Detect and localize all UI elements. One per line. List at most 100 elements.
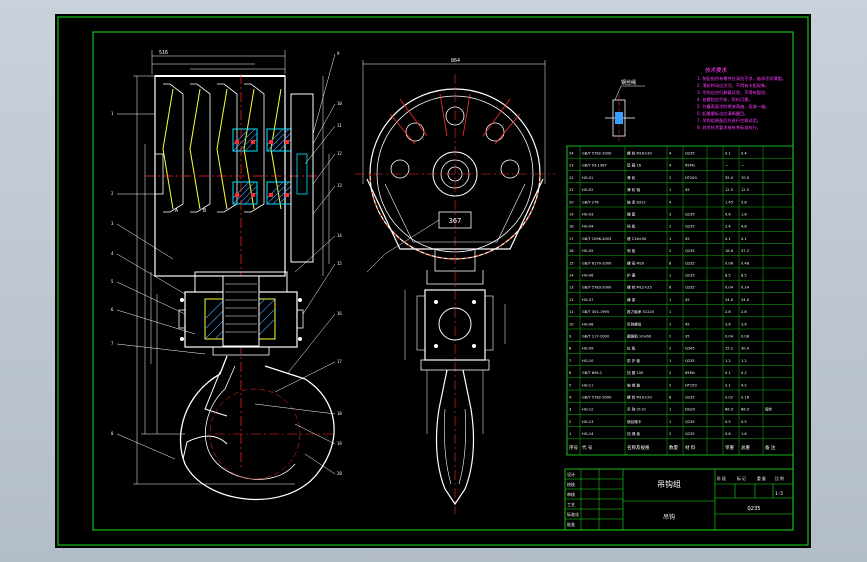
bom-cell: HG-05 bbox=[582, 249, 593, 253]
bom-cell: 65Mn bbox=[685, 371, 695, 375]
bom-header: 序号代 号 名称及规格 数量材 料 单重 总重 备 注 bbox=[569, 444, 776, 451]
bom-cell: 0.5 bbox=[725, 420, 731, 424]
scale-value: 1:5 bbox=[775, 491, 783, 497]
bom-cell: GB/T 5783-2000 bbox=[582, 286, 612, 290]
bom-cell: 轴 承 6312 bbox=[627, 199, 646, 204]
bom-row: 2 HG-13 钢丝绳卡 1 Q235 0.5 0.5 bbox=[569, 419, 747, 424]
bom-cell: GB/T 6170-2000 bbox=[582, 261, 612, 265]
material-code: Q235 bbox=[747, 506, 760, 512]
bom-cell: 拉 板 bbox=[627, 346, 636, 351]
bom-row: 5 HG-11 轴 端 盖 2 HT150 2.1 4.2 bbox=[569, 382, 747, 387]
bom-cell: 4 bbox=[569, 396, 572, 400]
bom-cell: 18.6 bbox=[725, 249, 734, 253]
bom-cell: 螺 栓 M10×20 bbox=[627, 395, 652, 400]
bom-cell: HG-09 bbox=[582, 347, 594, 351]
svg-text:16: 16 bbox=[337, 311, 342, 316]
bom-cell: GB/T 5782-2000 bbox=[582, 396, 612, 400]
bom-cell: 2 bbox=[669, 371, 671, 375]
bom-cell: GB/T 93-1987 bbox=[582, 164, 607, 168]
bom-cell: HG-12 bbox=[582, 408, 593, 412]
bom-cell: 推力轴承 51220 bbox=[627, 309, 655, 314]
drawing-canvas: 516 A B 123 456 78 91011 121314 151617 1… bbox=[57, 16, 809, 546]
bom-cell: 86.0 bbox=[725, 408, 734, 412]
svg-text:13: 13 bbox=[337, 183, 342, 188]
tech-line: 5. 外露表面涂防锈漆两遍，面漆一遍。 bbox=[697, 103, 769, 110]
bom-cell: 5.8 bbox=[741, 200, 747, 204]
bom-cell: 3.6 bbox=[725, 322, 731, 326]
bom-cell: 4 bbox=[669, 152, 672, 156]
sheet-note: 吊钩 bbox=[663, 513, 675, 521]
bom-cell: 37.2 bbox=[741, 249, 749, 253]
bom-cell: 1 bbox=[669, 408, 671, 412]
bom-cell: 0.48 bbox=[741, 261, 750, 265]
tech-line: 7. 吊钩组装配后应进行空载试验。 bbox=[697, 117, 761, 124]
bom-cell: 轴 端 盖 bbox=[627, 382, 640, 387]
bom-cell: 1.2 bbox=[741, 359, 747, 363]
tech-requirements: 技术要求 1. 装配前所有零件应清洗干净，轴承涂润滑脂。 2. 滑轮转动应灵活，… bbox=[697, 66, 786, 131]
bom-cell: Q235 bbox=[685, 286, 695, 290]
bom-row: 13 GB/T 5783-2000 螺 栓 M12×25 6 Q235 0.04 0.24 bbox=[569, 285, 750, 290]
bom-cell: 0.1 bbox=[725, 237, 731, 241]
bom-row: 9 GB/T 117-2000 圆锥销 10×60 2 35 0.04 0.08 bbox=[569, 334, 750, 339]
bom-cell: 1 bbox=[669, 237, 671, 241]
bom-cell: 1 bbox=[669, 274, 671, 278]
bom-cell: 侧 板 bbox=[627, 248, 636, 253]
bom-cell: 0.04 bbox=[725, 335, 734, 339]
bom-cell: 18 bbox=[569, 225, 574, 229]
bom-cell: 0.24 bbox=[741, 286, 750, 290]
bom-row: 20 GB/T 276 轴 承 6312 4 1.45 5.8 bbox=[569, 199, 747, 204]
bom-row: 7 HG-10 防 护 套 1 Q235 1.2 1.2 bbox=[569, 358, 747, 363]
dim-right-top: 864 bbox=[451, 58, 460, 64]
bom-cell: GB/T 5782-2000 bbox=[582, 152, 612, 156]
bom-cell: 键 C16×50 bbox=[627, 236, 647, 241]
drawing-title: 吊钩组 bbox=[657, 479, 681, 489]
tb-label: 标准化 bbox=[567, 511, 579, 517]
bom-cell: 16 bbox=[569, 249, 574, 253]
bom-cell: HG-01 bbox=[582, 176, 593, 180]
bom-cell: 螺 栓 M16×30 bbox=[627, 151, 652, 156]
bom-cell: 挡 板 bbox=[627, 224, 636, 229]
tech-line: 6. 起重量标志应清晰醒目。 bbox=[697, 110, 748, 117]
bom-cell: Q235 bbox=[685, 420, 695, 424]
bom-cell: 4.8 bbox=[741, 225, 747, 229]
bom-header-cell: 代 号 bbox=[582, 444, 593, 451]
bom-cell: 吊 钩 LY-10 bbox=[627, 407, 646, 412]
bom-cell: 2.8 bbox=[725, 310, 731, 314]
bom-row: 10 HG-08 吊钩螺母 1 45 3.6 3.6 bbox=[569, 321, 747, 326]
front-section-view: 516 A B 123 456 78 91011 121314 151617 1… bbox=[111, 50, 342, 501]
bom-row: 4 GB/T 5782-2000 螺 栓 M10×20 8 Q235 0.02 0.16 bbox=[569, 395, 750, 400]
tb-right-header: 重 量 bbox=[757, 476, 766, 481]
bom-cell: 15 bbox=[569, 261, 574, 265]
svg-text:12: 12 bbox=[337, 151, 342, 156]
bom-cell: Q235 bbox=[685, 396, 695, 400]
tech-line: 1. 装配前所有零件应清洗干净，轴承涂润滑脂。 bbox=[697, 75, 786, 82]
bom-header-cell: 单重 bbox=[725, 444, 734, 451]
bom-cell: 6 bbox=[569, 371, 572, 375]
svg-text:7: 7 bbox=[111, 341, 114, 346]
bom-cell: 13 bbox=[569, 286, 574, 290]
bom-cell: 0.16 bbox=[741, 396, 750, 400]
bom-cell: 4.2 bbox=[741, 383, 747, 387]
bom-cell: 70.0 bbox=[741, 176, 750, 180]
tb-right-header: 阶 段 bbox=[717, 476, 726, 481]
bom-cell: 吊钩螺母 bbox=[627, 321, 642, 326]
bom-cell: 3.6 bbox=[741, 322, 747, 326]
bom-row: 22 HG-01 滑 轮 2 HT200 35.0 70.0 bbox=[569, 175, 750, 180]
bom-row: 17 GB/T 1096-2003 键 C16×50 1 45 0.1 0.1 bbox=[569, 236, 747, 241]
bom-cell: 65Mn bbox=[685, 164, 695, 168]
bom-cell: 1 bbox=[669, 188, 671, 192]
svg-text:18: 18 bbox=[337, 411, 342, 416]
bom-row: 8 HG-09 拉 板 2 Q345 15.2 30.4 bbox=[569, 346, 750, 351]
bom-cell: 11 bbox=[569, 310, 574, 314]
bom-cell: 挡 圈 100 bbox=[627, 370, 644, 375]
tb-label: 工艺 bbox=[567, 502, 575, 507]
bom-cell: 护 罩 bbox=[627, 273, 636, 278]
bom-cell: 4 bbox=[669, 200, 672, 204]
bom-cell: Q235 bbox=[685, 225, 695, 229]
bom-cell: 0.1 bbox=[725, 152, 731, 156]
bom-cell: 45 bbox=[685, 188, 690, 192]
bom-cell: 24.0 bbox=[725, 298, 734, 302]
svg-text:6: 6 bbox=[111, 307, 114, 312]
bom-cell: 86.0 bbox=[741, 408, 750, 412]
bom-cell: 45 bbox=[685, 322, 690, 326]
